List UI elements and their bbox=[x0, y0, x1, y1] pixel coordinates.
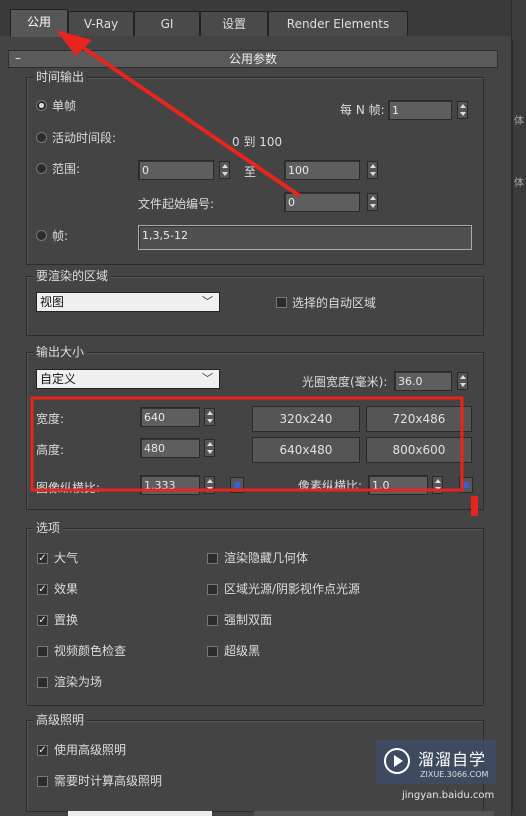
watermark-logo: 溜溜自学 ZIXUE.3066.COM bbox=[376, 740, 496, 784]
play-icon bbox=[384, 748, 410, 774]
annotation-highlight-box bbox=[30, 396, 464, 492]
annotation-overlay bbox=[30, 30, 478, 516]
annotation-mark bbox=[471, 496, 478, 516]
annotation-arrow-line bbox=[70, 38, 302, 198]
watermark-subtext: ZIXUE.3066.COM bbox=[420, 770, 489, 779]
watermark-text: 溜溜自学 bbox=[418, 750, 487, 769]
watermark-url: jingyan.baidu.com bbox=[402, 790, 495, 801]
